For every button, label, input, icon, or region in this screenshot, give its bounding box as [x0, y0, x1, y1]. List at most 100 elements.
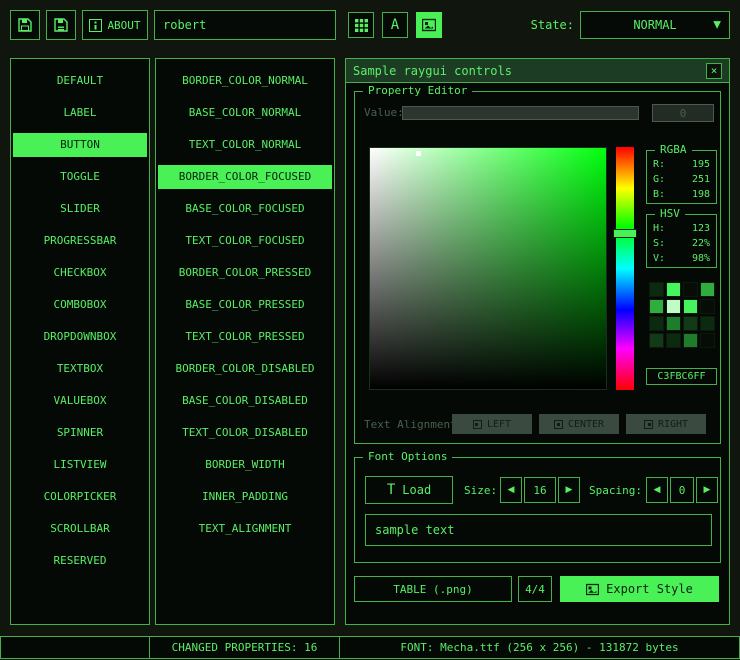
size-increase-button[interactable]: ▶: [558, 477, 580, 503]
h-value: 123: [692, 221, 710, 236]
list-item-spinner[interactable]: SPINNER: [13, 421, 147, 445]
export-pages-box[interactable]: 4/4: [518, 576, 552, 602]
h-label: H:: [653, 221, 665, 236]
value-slider[interactable]: [402, 106, 639, 120]
list-item-valuebox[interactable]: VALUEBOX: [13, 389, 147, 413]
list-item-border_width[interactable]: BORDER_WIDTH: [158, 453, 332, 477]
palette-color-swatch[interactable]: [700, 299, 715, 314]
list-item-progressbar[interactable]: PROGRESSBAR: [13, 229, 147, 253]
hex-color-input[interactable]: C3FBC6FF: [646, 368, 717, 385]
style-table-view-button[interactable]: [348, 12, 374, 38]
palette-color-swatch[interactable]: [683, 316, 698, 331]
list-item-border_color_normal[interactable]: BORDER_COLOR_NORMAL: [158, 69, 332, 93]
spacing-value-box[interactable]: 0: [670, 477, 694, 503]
align-left-button[interactable]: LEFT: [452, 414, 532, 434]
sample-text-input[interactable]: [365, 514, 712, 546]
size-label: Size:: [464, 484, 497, 497]
list-item-inner_padding[interactable]: INNER_PADDING: [158, 485, 332, 509]
rgba-label: RGBA: [655, 143, 692, 157]
size-value-box[interactable]: 16: [524, 477, 556, 503]
grid-icon: [355, 19, 368, 32]
list-item-textbox[interactable]: TEXTBOX: [13, 357, 147, 381]
palette-color-swatch[interactable]: [666, 299, 681, 314]
about-button-label: ABOUT: [107, 19, 140, 32]
value-button[interactable]: 0: [652, 104, 714, 122]
floppy-icon: [17, 17, 33, 33]
list-item-slider[interactable]: SLIDER: [13, 197, 147, 221]
image-view-button[interactable]: [416, 12, 442, 38]
color-picker-cursor[interactable]: [416, 151, 421, 156]
align-center-label: CENTER: [568, 419, 604, 430]
list-item-base_color_disabled[interactable]: BASE_COLOR_DISABLED: [158, 389, 332, 413]
list-item-text_alignment[interactable]: TEXT_ALIGNMENT: [158, 517, 332, 541]
load-style-button[interactable]: [10, 10, 40, 40]
palette-color-swatch[interactable]: [649, 282, 664, 297]
rgba-r-row: R: 195: [647, 157, 716, 172]
statusbar-changed-properties: CHANGED PROPERTIES: 16: [149, 636, 340, 659]
list-item-label[interactable]: LABEL: [13, 101, 147, 125]
export-style-button[interactable]: Export Style: [560, 576, 719, 602]
list-item-text_color_normal[interactable]: TEXT_COLOR_NORMAL: [158, 133, 332, 157]
palette-color-swatch[interactable]: [666, 333, 681, 348]
close-button[interactable]: ×: [706, 63, 722, 79]
list-item-colorpicker[interactable]: COLORPICKER: [13, 485, 147, 509]
list-item-default[interactable]: DEFAULT: [13, 69, 147, 93]
palette-color-swatch[interactable]: [666, 282, 681, 297]
hsv-v-row: V: 98%: [647, 251, 716, 266]
rgba-g-row: G: 251: [647, 172, 716, 187]
style-name-input[interactable]: [154, 10, 336, 40]
size-decrease-button[interactable]: ◀: [500, 477, 522, 503]
state-dropdown[interactable]: NORMAL ▼: [580, 11, 730, 39]
palette-color-swatch[interactable]: [700, 333, 715, 348]
hue-slider-handle[interactable]: [613, 229, 637, 238]
close-icon: ×: [711, 65, 718, 76]
list-item-toggle[interactable]: TOGGLE: [13, 165, 147, 189]
font-T-icon: T: [387, 482, 395, 498]
palette-color-swatch[interactable]: [649, 333, 664, 348]
align-right-icon: [644, 420, 653, 429]
list-item-border_color_disabled[interactable]: BORDER_COLOR_DISABLED: [158, 357, 332, 381]
list-item-base_color_pressed[interactable]: BASE_COLOR_PRESSED: [158, 293, 332, 317]
list-item-base_color_normal[interactable]: BASE_COLOR_NORMAL: [158, 101, 332, 125]
statusbar-left: [0, 636, 150, 659]
value-label: Value:: [364, 106, 404, 119]
list-item-text_color_disabled[interactable]: TEXT_COLOR_DISABLED: [158, 421, 332, 445]
list-item-scrollbar[interactable]: SCROLLBAR: [13, 517, 147, 541]
palette-color-swatch[interactable]: [649, 316, 664, 331]
list-item-checkbox[interactable]: CHECKBOX: [13, 261, 147, 285]
about-button[interactable]: ABOUT: [82, 10, 148, 40]
load-font-button[interactable]: T Load: [365, 476, 453, 504]
image-icon: [422, 18, 436, 32]
palette-color-swatch[interactable]: [683, 333, 698, 348]
palette-color-swatch[interactable]: [683, 282, 698, 297]
hsv-h-row: H: 123: [647, 221, 716, 236]
export-format-dropdown[interactable]: TABLE (.png): [354, 576, 512, 602]
list-item-button[interactable]: BUTTON: [13, 133, 147, 157]
controls-listview: DEFAULT LABEL BUTTON TOGGLE SLIDER PROGRESSBA…: [10, 58, 150, 625]
save-style-button[interactable]: [46, 10, 76, 40]
list-item-base_color_focused[interactable]: BASE_COLOR_FOCUSED: [158, 197, 332, 221]
window-titlebar[interactable]: Sample raygui controls ×: [346, 59, 729, 83]
list-item-text_color_focused[interactable]: TEXT_COLOR_FOCUSED: [158, 229, 332, 253]
align-center-button[interactable]: CENTER: [539, 414, 619, 434]
list-item-combobox[interactable]: COMBOBOX: [13, 293, 147, 317]
spacing-increase-button[interactable]: ▶: [696, 477, 718, 503]
palette-color-swatch[interactable]: [666, 316, 681, 331]
palette-color-swatch[interactable]: [700, 316, 715, 331]
hue-bar[interactable]: [616, 147, 634, 390]
list-item-border_color_pressed[interactable]: BORDER_COLOR_PRESSED: [158, 261, 332, 285]
font-view-button[interactable]: A: [382, 12, 408, 38]
color-picker-panel[interactable]: [369, 147, 607, 390]
list-item-text_color_pressed[interactable]: TEXT_COLOR_PRESSED: [158, 325, 332, 349]
palette-color-swatch[interactable]: [649, 299, 664, 314]
font-info-text: FONT: Mecha.ttf (256 x 256) - 131872 byt…: [400, 641, 678, 654]
list-item-reserved[interactable]: RESERVED: [13, 549, 147, 573]
list-item-dropdownbox[interactable]: DROPDOWNBOX: [13, 325, 147, 349]
list-item-border_color_focused[interactable]: BORDER_COLOR_FOCUSED: [158, 165, 332, 189]
spacing-decrease-button[interactable]: ◀: [646, 477, 668, 503]
palette-color-swatch[interactable]: [683, 299, 698, 314]
palette-color-swatch[interactable]: [700, 282, 715, 297]
list-item-listview[interactable]: LISTVIEW: [13, 453, 147, 477]
align-right-button[interactable]: RIGHT: [626, 414, 706, 434]
b-value: 198: [692, 187, 710, 202]
